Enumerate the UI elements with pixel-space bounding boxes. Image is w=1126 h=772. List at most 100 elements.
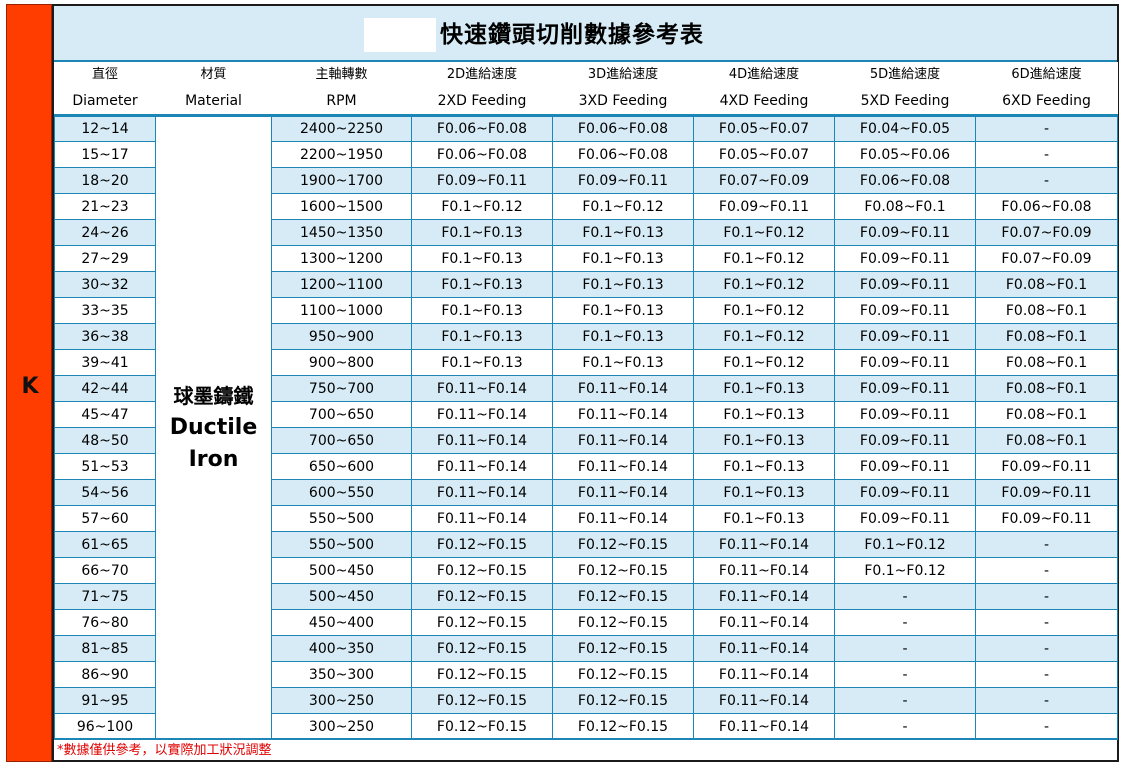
reference-table-frame: 快速鑽頭切削數據參考表 直徑 Diameter 材質 Material 主軸轉數 RP… xyxy=(52,4,1119,762)
cell-3xd-feeding: F0.12~F0.15 xyxy=(552,661,694,688)
table-header-row: 直徑 Diameter 材質 Material 主軸轉數 RPM 2D進給速度 2XD … xyxy=(54,62,1118,117)
cell-material: 球墨鑄鐵 Ductile Iron xyxy=(155,115,272,740)
cell-diameter: 33~35 xyxy=(54,297,156,324)
cell-rpm: 1100~1000 xyxy=(271,297,412,324)
cell-6xd-feeding: F0.08~F0.1 xyxy=(975,271,1118,298)
cell-4xd-feeding: F0.1~F0.12 xyxy=(693,219,835,246)
cell-2xd-feeding: F0.12~F0.15 xyxy=(411,609,553,636)
cell-4xd-feeding: F0.11~F0.14 xyxy=(693,583,835,610)
cell-diameter: 39~41 xyxy=(54,349,156,376)
cell-4xd-feeding: F0.11~F0.14 xyxy=(693,713,835,740)
cell-2xd-feeding: F0.11~F0.14 xyxy=(411,505,553,532)
cell-4xd-feeding: F0.05~F0.07 xyxy=(693,141,835,168)
cell-2xd-feeding: F0.12~F0.15 xyxy=(411,583,553,610)
cell-diameter: 24~26 xyxy=(54,219,156,246)
cell-diameter: 27~29 xyxy=(54,245,156,272)
cell-diameter: 30~32 xyxy=(54,271,156,298)
material-en-line1: Ductile xyxy=(169,415,258,440)
cell-4xd-feeding: F0.11~F0.14 xyxy=(693,687,835,714)
cell-6xd-feeding: F0.08~F0.1 xyxy=(975,427,1118,454)
cell-6xd-feeding: - xyxy=(975,141,1118,168)
page-title: 快速鑽頭切削數據參考表 xyxy=(440,22,704,48)
cell-6xd-feeding: F0.09~F0.11 xyxy=(975,479,1118,506)
header-5xd-feeding: 5D進給速度 5XD Feeding xyxy=(834,62,976,117)
cell-diameter: 21~23 xyxy=(54,193,156,220)
cell-5xd-feeding: F0.09~F0.11 xyxy=(834,219,976,246)
cell-6xd-feeding: - xyxy=(975,557,1118,584)
title-blank-box xyxy=(364,18,436,52)
table-body: 12~14 球墨鑄鐵 Ductile Iron 2400~2250 F0.06~F0.08… xyxy=(54,115,1118,740)
cell-2xd-feeding: F0.12~F0.15 xyxy=(411,531,553,558)
cell-4xd-feeding: F0.1~F0.13 xyxy=(693,479,835,506)
cell-diameter: 71~75 xyxy=(54,583,156,610)
cell-5xd-feeding: - xyxy=(834,609,976,636)
cell-3xd-feeding: F0.11~F0.14 xyxy=(552,505,694,532)
header-en: 3XD Feeding xyxy=(578,93,668,109)
header-en: Diameter xyxy=(72,93,138,109)
cell-2xd-feeding: F0.1~F0.13 xyxy=(411,245,553,272)
cell-3xd-feeding: F0.12~F0.15 xyxy=(552,583,694,610)
cell-6xd-feeding: - xyxy=(975,687,1118,714)
cell-3xd-feeding: F0.12~F0.15 xyxy=(552,635,694,662)
cell-2xd-feeding: F0.12~F0.15 xyxy=(411,687,553,714)
cell-6xd-feeding: - xyxy=(975,531,1118,558)
cell-6xd-feeding: F0.08~F0.1 xyxy=(975,375,1118,402)
material-zh: 球墨鑄鐵 xyxy=(173,384,254,408)
cell-diameter: 81~85 xyxy=(54,635,156,662)
cell-2xd-feeding: F0.11~F0.14 xyxy=(411,479,553,506)
cell-3xd-feeding: F0.11~F0.14 xyxy=(552,479,694,506)
header-zh: 4D進給速度 xyxy=(728,67,800,82)
cell-2xd-feeding: F0.1~F0.13 xyxy=(411,349,553,376)
cell-rpm: 500~450 xyxy=(271,583,412,610)
cell-4xd-feeding: F0.1~F0.12 xyxy=(693,297,835,324)
cell-6xd-feeding: F0.08~F0.1 xyxy=(975,323,1118,350)
cell-diameter: 48~50 xyxy=(54,427,156,454)
cell-5xd-feeding: - xyxy=(834,583,976,610)
title-bar: 快速鑽頭切削數據參考表 xyxy=(54,6,1117,62)
cell-2xd-feeding: F0.12~F0.15 xyxy=(411,713,553,740)
cell-6xd-feeding: F0.09~F0.11 xyxy=(975,453,1118,480)
cell-6xd-feeding: F0.06~F0.08 xyxy=(975,193,1118,220)
header-en: 6XD Feeding xyxy=(1002,93,1091,109)
cell-5xd-feeding: - xyxy=(834,687,976,714)
cell-5xd-feeding: F0.09~F0.11 xyxy=(834,271,976,298)
cell-2xd-feeding: F0.11~F0.14 xyxy=(411,427,553,454)
material-en-line2: Iron xyxy=(188,447,239,472)
header-zh: 3D進給速度 xyxy=(587,67,659,82)
cell-5xd-feeding: F0.09~F0.11 xyxy=(834,505,976,532)
cell-diameter: 96~100 xyxy=(54,713,156,740)
cell-2xd-feeding: F0.1~F0.13 xyxy=(411,297,553,324)
cell-4xd-feeding: F0.1~F0.12 xyxy=(693,271,835,298)
cell-3xd-feeding: F0.06~F0.08 xyxy=(552,115,694,142)
cell-6xd-feeding: F0.08~F0.1 xyxy=(975,401,1118,428)
cell-5xd-feeding: F0.08~F0.1 xyxy=(834,193,976,220)
cell-6xd-feeding: - xyxy=(975,167,1118,194)
header-zh: 主軸轉數 xyxy=(315,67,368,82)
cell-4xd-feeding: F0.05~F0.07 xyxy=(693,115,835,142)
table-row: 12~14 球墨鑄鐵 Ductile Iron 2400~2250 F0.06~F0.08… xyxy=(54,115,1118,740)
cell-3xd-feeding: F0.12~F0.15 xyxy=(552,531,694,558)
cell-3xd-feeding: F0.1~F0.12 xyxy=(552,193,694,220)
cell-6xd-feeding: F0.08~F0.1 xyxy=(975,349,1118,376)
cell-diameter: 18~20 xyxy=(54,167,156,194)
cell-6xd-feeding: F0.09~F0.11 xyxy=(975,505,1118,532)
header-zh: 2D進給速度 xyxy=(446,67,518,82)
cell-diameter: 66~70 xyxy=(54,557,156,584)
header-6xd-feeding: 6D進給速度 6XD Feeding xyxy=(975,62,1118,117)
cell-rpm: 1200~1100 xyxy=(271,271,412,298)
cell-2xd-feeding: F0.11~F0.14 xyxy=(411,375,553,402)
cell-5xd-feeding: F0.09~F0.11 xyxy=(834,375,976,402)
cell-rpm: 300~250 xyxy=(271,687,412,714)
cell-diameter: 91~95 xyxy=(54,687,156,714)
cell-2xd-feeding: F0.1~F0.13 xyxy=(411,323,553,350)
cell-3xd-feeding: F0.06~F0.08 xyxy=(552,141,694,168)
cell-6xd-feeding: - xyxy=(975,609,1118,636)
cell-3xd-feeding: F0.12~F0.15 xyxy=(552,713,694,740)
cell-rpm: 400~350 xyxy=(271,635,412,662)
cell-4xd-feeding: F0.07~F0.09 xyxy=(693,167,835,194)
cell-diameter: 76~80 xyxy=(54,609,156,636)
cell-rpm: 1600~1500 xyxy=(271,193,412,220)
cell-2xd-feeding: F0.11~F0.14 xyxy=(411,401,553,428)
header-en: Material xyxy=(185,93,242,109)
cell-3xd-feeding: F0.11~F0.14 xyxy=(552,375,694,402)
